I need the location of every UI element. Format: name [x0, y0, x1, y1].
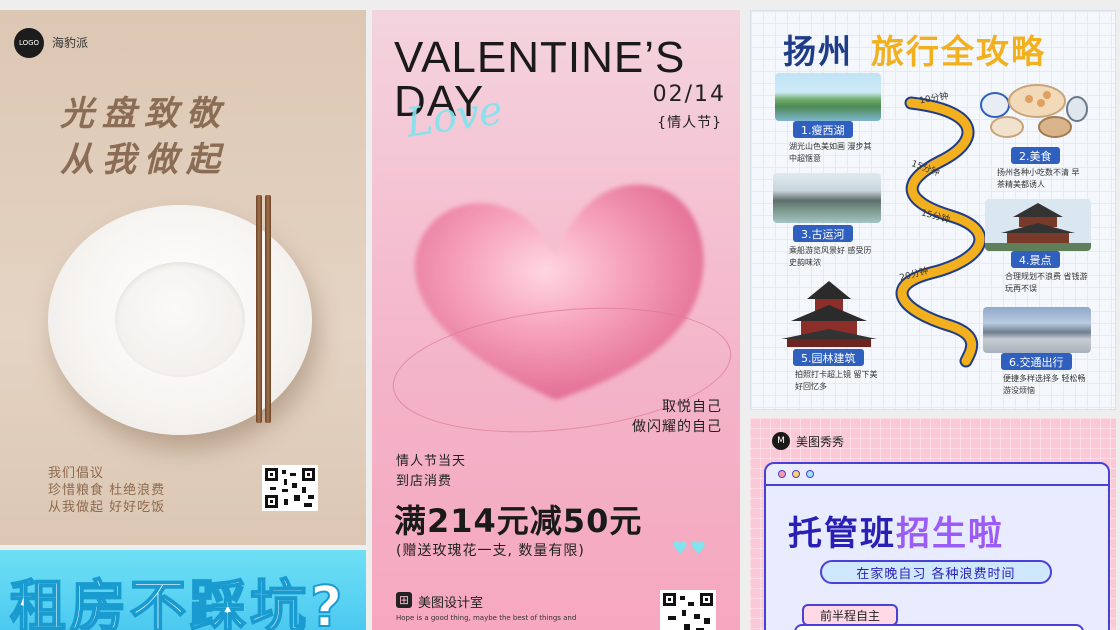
qr-code-icon [262, 465, 318, 511]
studio-name: 美图设计室 [418, 596, 484, 611]
poster-card-clean-plate[interactable]: LOGO 海豹派 光盘致敬 从我做起 我们倡议 珍惜粮食 杜绝浪费 从我做起 好… [0, 10, 366, 545]
brand-name: 美图秀秀 [796, 435, 845, 449]
poster-headline: 租房不踩坑? [9, 574, 347, 630]
food-icon [980, 84, 1088, 138]
plate-center [115, 262, 245, 377]
poster-headline: 托管班招生啦 [788, 506, 1004, 555]
spot-description: 湖光山色美如画 漫步其中超惬意 [789, 142, 872, 163]
promo-headline: 满214元减50元 [394, 502, 643, 540]
promo-note: 到店消费 [396, 474, 453, 489]
window-dot-icon [806, 470, 814, 478]
chopstick-image [265, 195, 271, 423]
chopstick-image [256, 195, 262, 423]
subtitle-pill: 在家晚自习 各种浪费时间 [820, 560, 1052, 584]
poster-title-line1: VALENTINE’S [394, 33, 686, 82]
spot-description: 乘船游览风景好 感受历史韵味浓 [789, 246, 872, 267]
spot-label: 2.美食 [1011, 147, 1060, 164]
spot-description: 扬州各种小吃数不清 早茶精美都诱人 [997, 168, 1080, 189]
studio-logo-icon: ⊞ [396, 592, 412, 608]
promo-gift: (赠送玫瑰花一支, 数量有限) [396, 543, 585, 559]
pagoda-icon [781, 281, 877, 347]
window-dot-icon [778, 470, 786, 478]
poster-headline-line2: 从我做起 [60, 140, 228, 180]
spot-label: 1.瘦西湖 [793, 121, 853, 138]
poster-card-valentines[interactable]: VALENTINE’S DAY Love 02/14 {情人节} 取悦自己 做闪… [372, 10, 740, 630]
headline-part-b: 招生啦 [896, 514, 1004, 554]
tagline: 取悦自己 [662, 399, 722, 415]
slogan-line: 从我做起 好好吃饭 [48, 500, 166, 515]
poster-headline-line1: 光盘致敬 [60, 94, 228, 134]
spot-label: 4.景点 [1011, 251, 1060, 268]
spot-photo [983, 307, 1091, 353]
section-tag: 前半程自主 [802, 604, 898, 626]
poster-card-rental[interactable]: 租房不踩坑? [0, 550, 366, 630]
poster-card-tutoring[interactable]: M 美图秀秀 托管班招生啦 在家晚自习 各种浪费时间 前半程自主 [750, 418, 1116, 630]
headline-part-a: 托管班 [788, 514, 896, 554]
window-frame: 托管班招生啦 在家晚自习 各种浪费时间 前半程自主 [764, 462, 1110, 630]
spot-description: 便捷多样选择多 轻松畅游没烦恼 [1003, 374, 1086, 395]
spot-label: 3.古运河 [793, 225, 853, 242]
qr-code-icon [660, 590, 716, 630]
poster-card-yangzhou[interactable]: 扬州 旅行全攻略 10分钟 15分钟 15分钟 20分钟 1.瘦西湖 湖光山色美… [750, 10, 1116, 410]
spot-label: 5.园林建筑 [793, 349, 864, 366]
brand-name: 海豹派 [52, 36, 89, 50]
poster-date-label: {情人节} [657, 115, 722, 131]
spot-photo [775, 73, 881, 121]
spot-photo [773, 173, 881, 223]
small-print: Hope is a good thing, maybe the best of … [396, 614, 577, 622]
tagline: 做闪耀的自己 [632, 419, 722, 435]
brand-logo-icon: M [772, 432, 790, 450]
spot-description: 合理规划不浪费 省钱游玩再不误 [1005, 272, 1088, 293]
window-titlebar [766, 464, 1108, 486]
heart-icon: ♥♥ [672, 538, 709, 559]
poster-date: 02/14 [652, 82, 726, 107]
temple-icon [985, 199, 1091, 251]
spot-label: 6.交通出行 [1001, 353, 1072, 370]
window-dot-icon [792, 470, 800, 478]
spot-description: 拍照打卡超上镜 留下美好回忆多 [795, 370, 878, 391]
promo-note: 情人节当天 [396, 454, 467, 469]
brand-logo: LOGO [14, 28, 44, 58]
